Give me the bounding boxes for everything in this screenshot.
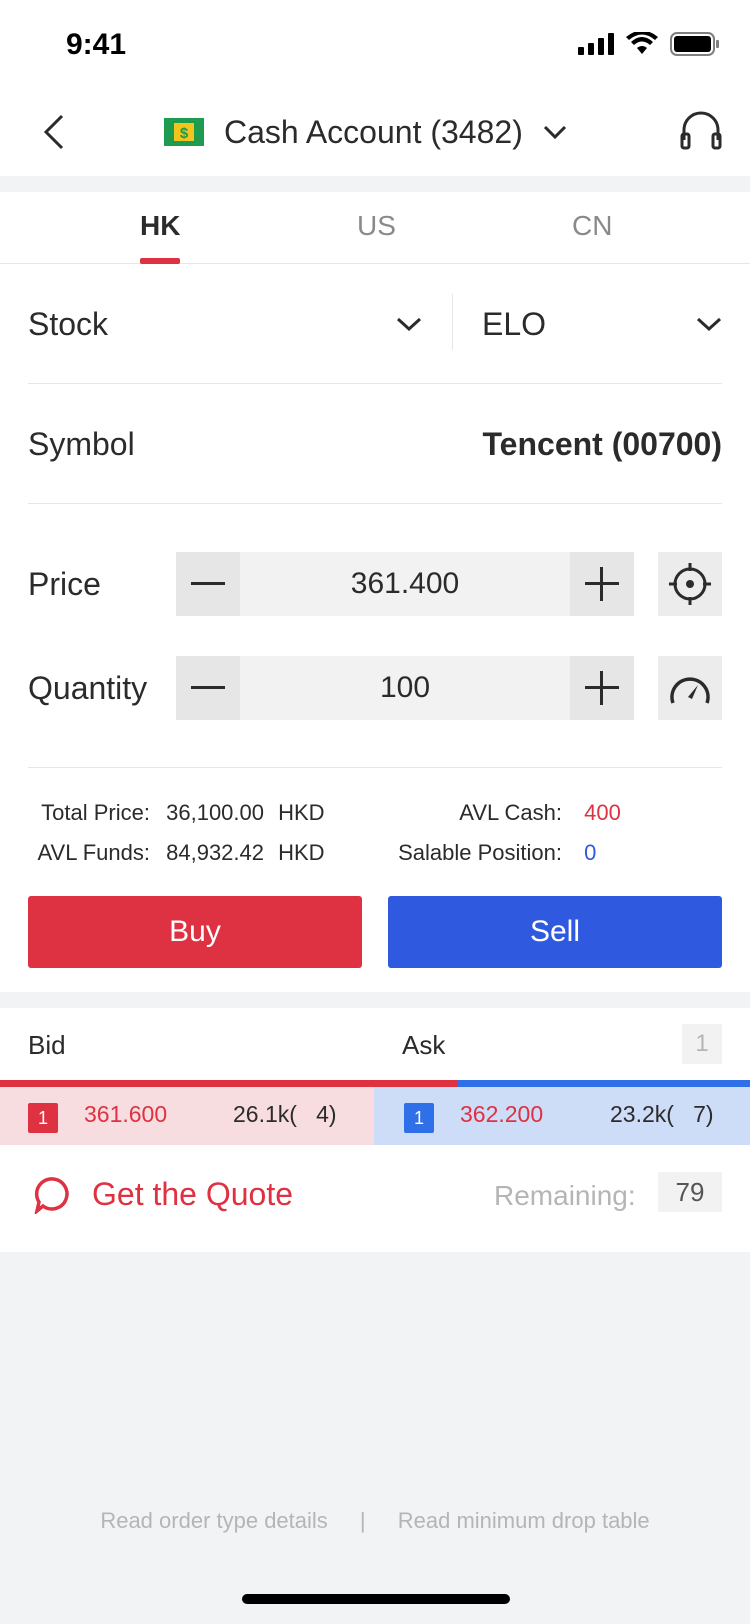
ask-row[interactable]: 1 362.200 23.2k( 7) bbox=[374, 1087, 750, 1145]
price-decrease-button[interactable] bbox=[176, 552, 240, 616]
ask-price: 362.200 bbox=[460, 1101, 544, 1127]
tab-us[interactable]: US bbox=[357, 210, 396, 242]
total-price-label: Total Price: bbox=[41, 800, 150, 825]
quantity-label: Quantity bbox=[28, 670, 148, 706]
chevron-down-icon bbox=[543, 125, 566, 140]
signal-icon bbox=[578, 33, 614, 55]
symbol-value[interactable]: Tencent (00700) bbox=[483, 426, 723, 463]
order-type-details-link[interactable]: Read order type details bbox=[100, 1508, 327, 1534]
divider bbox=[28, 503, 722, 504]
divider bbox=[452, 294, 453, 350]
remaining-label: Remaining: bbox=[494, 1180, 636, 1211]
avl-funds-label: AVL Funds: bbox=[37, 840, 150, 865]
quantity-increase-button[interactable] bbox=[570, 656, 634, 720]
bid-volume: 26.1k( 4) bbox=[233, 1101, 337, 1127]
remaining-count: 79 bbox=[658, 1172, 722, 1212]
back-icon bbox=[43, 114, 64, 150]
quote-row: Get the Quote Remaining: 79 bbox=[0, 1148, 750, 1244]
avl-cash-label: AVL Cash: bbox=[459, 800, 562, 825]
battery-icon bbox=[670, 32, 719, 56]
sell-button[interactable]: Sell bbox=[388, 896, 722, 968]
order-book: Bid Ask 1 1 361.600 26.1k( 4) 1 362.200 … bbox=[0, 1008, 750, 1252]
order-selectors: Stock ELO bbox=[28, 294, 722, 354]
minus-icon bbox=[191, 686, 225, 689]
tab-cn[interactable]: CN bbox=[572, 210, 612, 242]
target-icon bbox=[669, 563, 711, 605]
order-type-label: ELO bbox=[482, 305, 547, 342]
ask-header: Ask bbox=[402, 1030, 446, 1060]
avl-funds-info: AVL Funds: 84,932.42 HKD bbox=[28, 840, 325, 866]
headset-icon bbox=[680, 111, 722, 150]
price-increase-button[interactable] bbox=[570, 552, 634, 616]
salable-position-label: Salable Position: bbox=[398, 840, 562, 865]
locate-price-button[interactable] bbox=[658, 552, 722, 616]
bid-header: Bid bbox=[28, 1030, 66, 1060]
bid-row[interactable]: 1 361.600 26.1k( 4) bbox=[0, 1087, 374, 1145]
status-time: 9:41 bbox=[66, 28, 127, 61]
order-type-dropdown[interactable]: ELO bbox=[482, 294, 722, 354]
ask-level-badge: 1 bbox=[404, 1103, 434, 1133]
ask-volume: 23.2k( 7) bbox=[610, 1101, 714, 1127]
buy-button[interactable]: Buy bbox=[28, 896, 362, 968]
minimum-drop-table-link[interactable]: Read minimum drop table bbox=[398, 1508, 650, 1534]
product-type-label: Stock bbox=[28, 305, 109, 342]
bid-ratio-fill bbox=[0, 1080, 458, 1087]
divider bbox=[28, 767, 722, 768]
status-bar: 9:41 bbox=[0, 0, 750, 88]
price-stepper: 361.400 bbox=[176, 552, 634, 616]
footer-separator: | bbox=[359, 1508, 366, 1533]
bid-ask-ratio-bar bbox=[0, 1080, 750, 1087]
market-tabs: HK US CN bbox=[0, 192, 750, 264]
get-quote-button[interactable] bbox=[34, 1176, 72, 1219]
divider bbox=[28, 383, 722, 384]
footer-links: Read order type details | Read minimum d… bbox=[0, 1508, 750, 1534]
account-selector[interactable]: $ Cash Account (3482) bbox=[164, 106, 567, 158]
gauge-icon bbox=[670, 677, 710, 704]
get-quote-link[interactable]: Get the Quote bbox=[92, 1176, 293, 1213]
chat-bubble-icon bbox=[34, 1177, 69, 1216]
chevron-down-icon bbox=[696, 317, 722, 332]
symbol-row[interactable]: Symbol Tencent (00700) bbox=[28, 414, 722, 474]
salable-position-value: 0 bbox=[584, 840, 597, 865]
price-label: Price bbox=[28, 566, 101, 602]
max-quantity-button[interactable] bbox=[658, 656, 722, 720]
symbol-label: Symbol bbox=[28, 425, 135, 462]
bid-level-badge: 1 bbox=[28, 1103, 58, 1133]
avl-cash-info: AVL Cash: 400 bbox=[384, 800, 621, 826]
price-input[interactable]: 361.400 bbox=[240, 552, 570, 616]
avl-funds-currency: HKD bbox=[278, 840, 325, 865]
order-panel: Stock ELO Symbol Tencent (00700) Price 3… bbox=[0, 264, 750, 992]
account-title: Cash Account (3482) bbox=[224, 113, 523, 150]
total-price-value: 36,100.00 bbox=[166, 800, 264, 825]
tab-hk[interactable]: HK bbox=[140, 210, 180, 242]
quantity-decrease-button[interactable] bbox=[176, 656, 240, 720]
avl-cash-value: 400 bbox=[584, 800, 621, 825]
plus-icon bbox=[585, 671, 619, 705]
svg-text:$: $ bbox=[180, 125, 189, 142]
customer-service-button[interactable] bbox=[680, 110, 722, 155]
total-price-info: Total Price: 36,100.00 HKD bbox=[28, 800, 325, 826]
quantity-row: Quantity 100 bbox=[28, 656, 722, 720]
header: $ Cash Account (3482) bbox=[0, 88, 750, 176]
salable-position-info: Salable Position: 0 bbox=[384, 840, 596, 866]
home-indicator bbox=[242, 1594, 510, 1604]
minus-icon bbox=[191, 582, 225, 585]
total-price-currency: HKD bbox=[278, 800, 325, 825]
chevron-down-icon bbox=[396, 317, 422, 332]
status-icons bbox=[578, 32, 720, 56]
quantity-input[interactable]: 100 bbox=[240, 656, 570, 720]
quantity-stepper: 100 bbox=[176, 656, 634, 720]
depth-level-selector[interactable]: 1 bbox=[682, 1024, 722, 1064]
back-button[interactable] bbox=[32, 110, 76, 154]
order-book-header: Bid Ask 1 bbox=[0, 1008, 750, 1080]
cash-account-icon: $ bbox=[164, 118, 204, 146]
avl-funds-value: 84,932.42 bbox=[166, 840, 264, 865]
plus-icon bbox=[585, 567, 619, 601]
wifi-icon bbox=[626, 32, 658, 54]
bid-price: 361.600 bbox=[84, 1101, 168, 1127]
price-row: Price 361.400 bbox=[28, 552, 722, 616]
product-type-dropdown[interactable]: Stock bbox=[28, 294, 422, 354]
